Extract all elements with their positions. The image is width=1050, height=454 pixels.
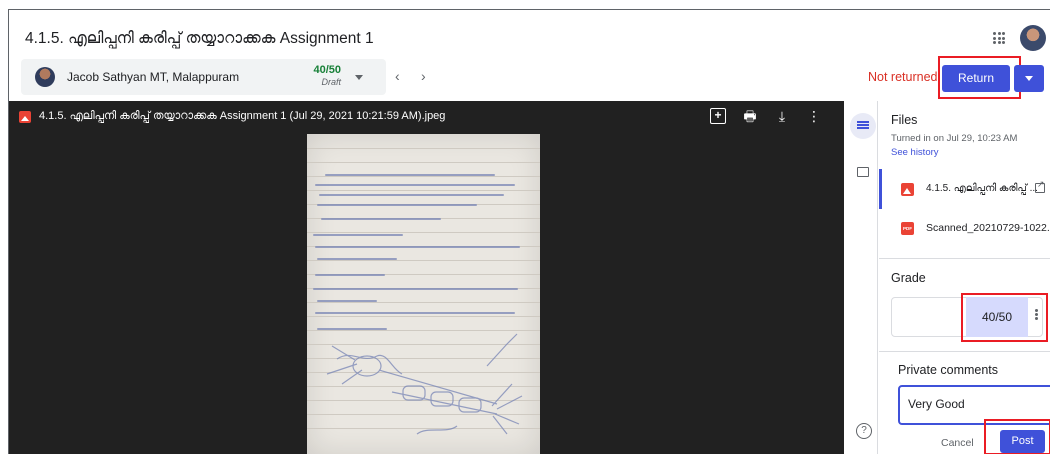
file-item-pdf[interactable]: PDF Scanned_20210729-1022.pdf: [879, 209, 1050, 249]
student-avatar: [35, 67, 55, 87]
previous-student-button[interactable]: ‹: [395, 68, 400, 84]
help-icon[interactable]: ?: [856, 423, 872, 439]
account-avatar[interactable]: [1020, 25, 1046, 51]
cancel-button[interactable]: Cancel: [941, 437, 974, 449]
next-student-button[interactable]: ›: [421, 68, 426, 84]
viewer-file-title: 4.1.5. എലിപ്പനി കരിപ്പ് തയ്യാറാക്കക Assi…: [39, 110, 446, 122]
side-rail: ?: [844, 101, 878, 454]
files-heading: Files: [891, 113, 918, 127]
files-panel-button[interactable]: [850, 113, 876, 139]
see-history-link[interactable]: See history: [891, 147, 939, 158]
neuron-drawing: [326, 333, 523, 435]
image-file-icon: [19, 111, 31, 123]
more-options-icon[interactable]: ⋮: [806, 108, 822, 124]
image-file-icon: [901, 183, 914, 196]
turned-in-time: Turned in on Jul 29, 10:23 AM: [891, 133, 1018, 144]
student-score-value: 40/50: [313, 64, 341, 76]
apps-grid-icon[interactable]: [993, 32, 1005, 44]
download-icon[interactable]: ⤓: [774, 108, 790, 124]
student-score: 40/50 Draft: [301, 64, 341, 87]
classroom-grading-window: 4.1.5. എലിപ്പനി കരിപ്പ് തയ്യാറാക്കക Assi…: [8, 9, 1050, 454]
list-icon: [857, 121, 869, 123]
divider: [879, 351, 1050, 352]
highlight-box-grade: [961, 293, 1048, 342]
submitted-page-image: [307, 134, 540, 454]
add-comment-icon[interactable]: +: [710, 108, 726, 124]
return-options-button[interactable]: [1014, 65, 1044, 92]
header: 4.1.5. എലിപ്പനി കരിപ്പ് തയ്യാറാക്കക Assi…: [9, 10, 1050, 102]
post-button[interactable]: Post: [1000, 430, 1045, 453]
return-status: Not returned: [868, 70, 938, 84]
student-selector[interactable]: Jacob Sathyan MT, Malappuram 40/50 Draft: [21, 59, 386, 95]
file-name: 4.1.5. എലിപ്പനി കരിപ്പ് ...: [926, 183, 1038, 194]
grade-more-icon[interactable]: [1035, 309, 1038, 312]
file-viewer: 4.1.5. എലിപ്പനി കരിപ്പ് തയ്യാറാക്കക Assi…: [9, 101, 844, 454]
caret-down-icon: [1025, 76, 1033, 81]
print-icon[interactable]: 🖶: [742, 108, 758, 124]
file-item-image[interactable]: 4.1.5. എലിപ്പനി കരിപ്പ് ...: [879, 169, 1050, 209]
comments-panel-icon[interactable]: [857, 167, 869, 177]
private-comments-heading: Private comments: [898, 363, 999, 377]
pdf-file-icon: PDF: [901, 222, 914, 235]
assignment-title: 4.1.5. എലിപ്പനി കരിപ്പ് തയ്യാറാക്കക Assi…: [25, 30, 374, 47]
open-in-new-icon[interactable]: [1035, 179, 1045, 193]
file-name: Scanned_20210729-1022.pdf: [926, 222, 1050, 234]
divider: [879, 258, 1050, 259]
chevron-down-icon[interactable]: [355, 75, 363, 80]
student-score-status: Draft: [321, 77, 341, 87]
grading-panel: Files Turned in on Jul 29, 10:23 AM See …: [879, 101, 1050, 454]
grade-heading: Grade: [891, 271, 926, 285]
return-button[interactable]: Return: [942, 65, 1010, 92]
student-name: Jacob Sathyan MT, Malappuram: [67, 70, 240, 84]
